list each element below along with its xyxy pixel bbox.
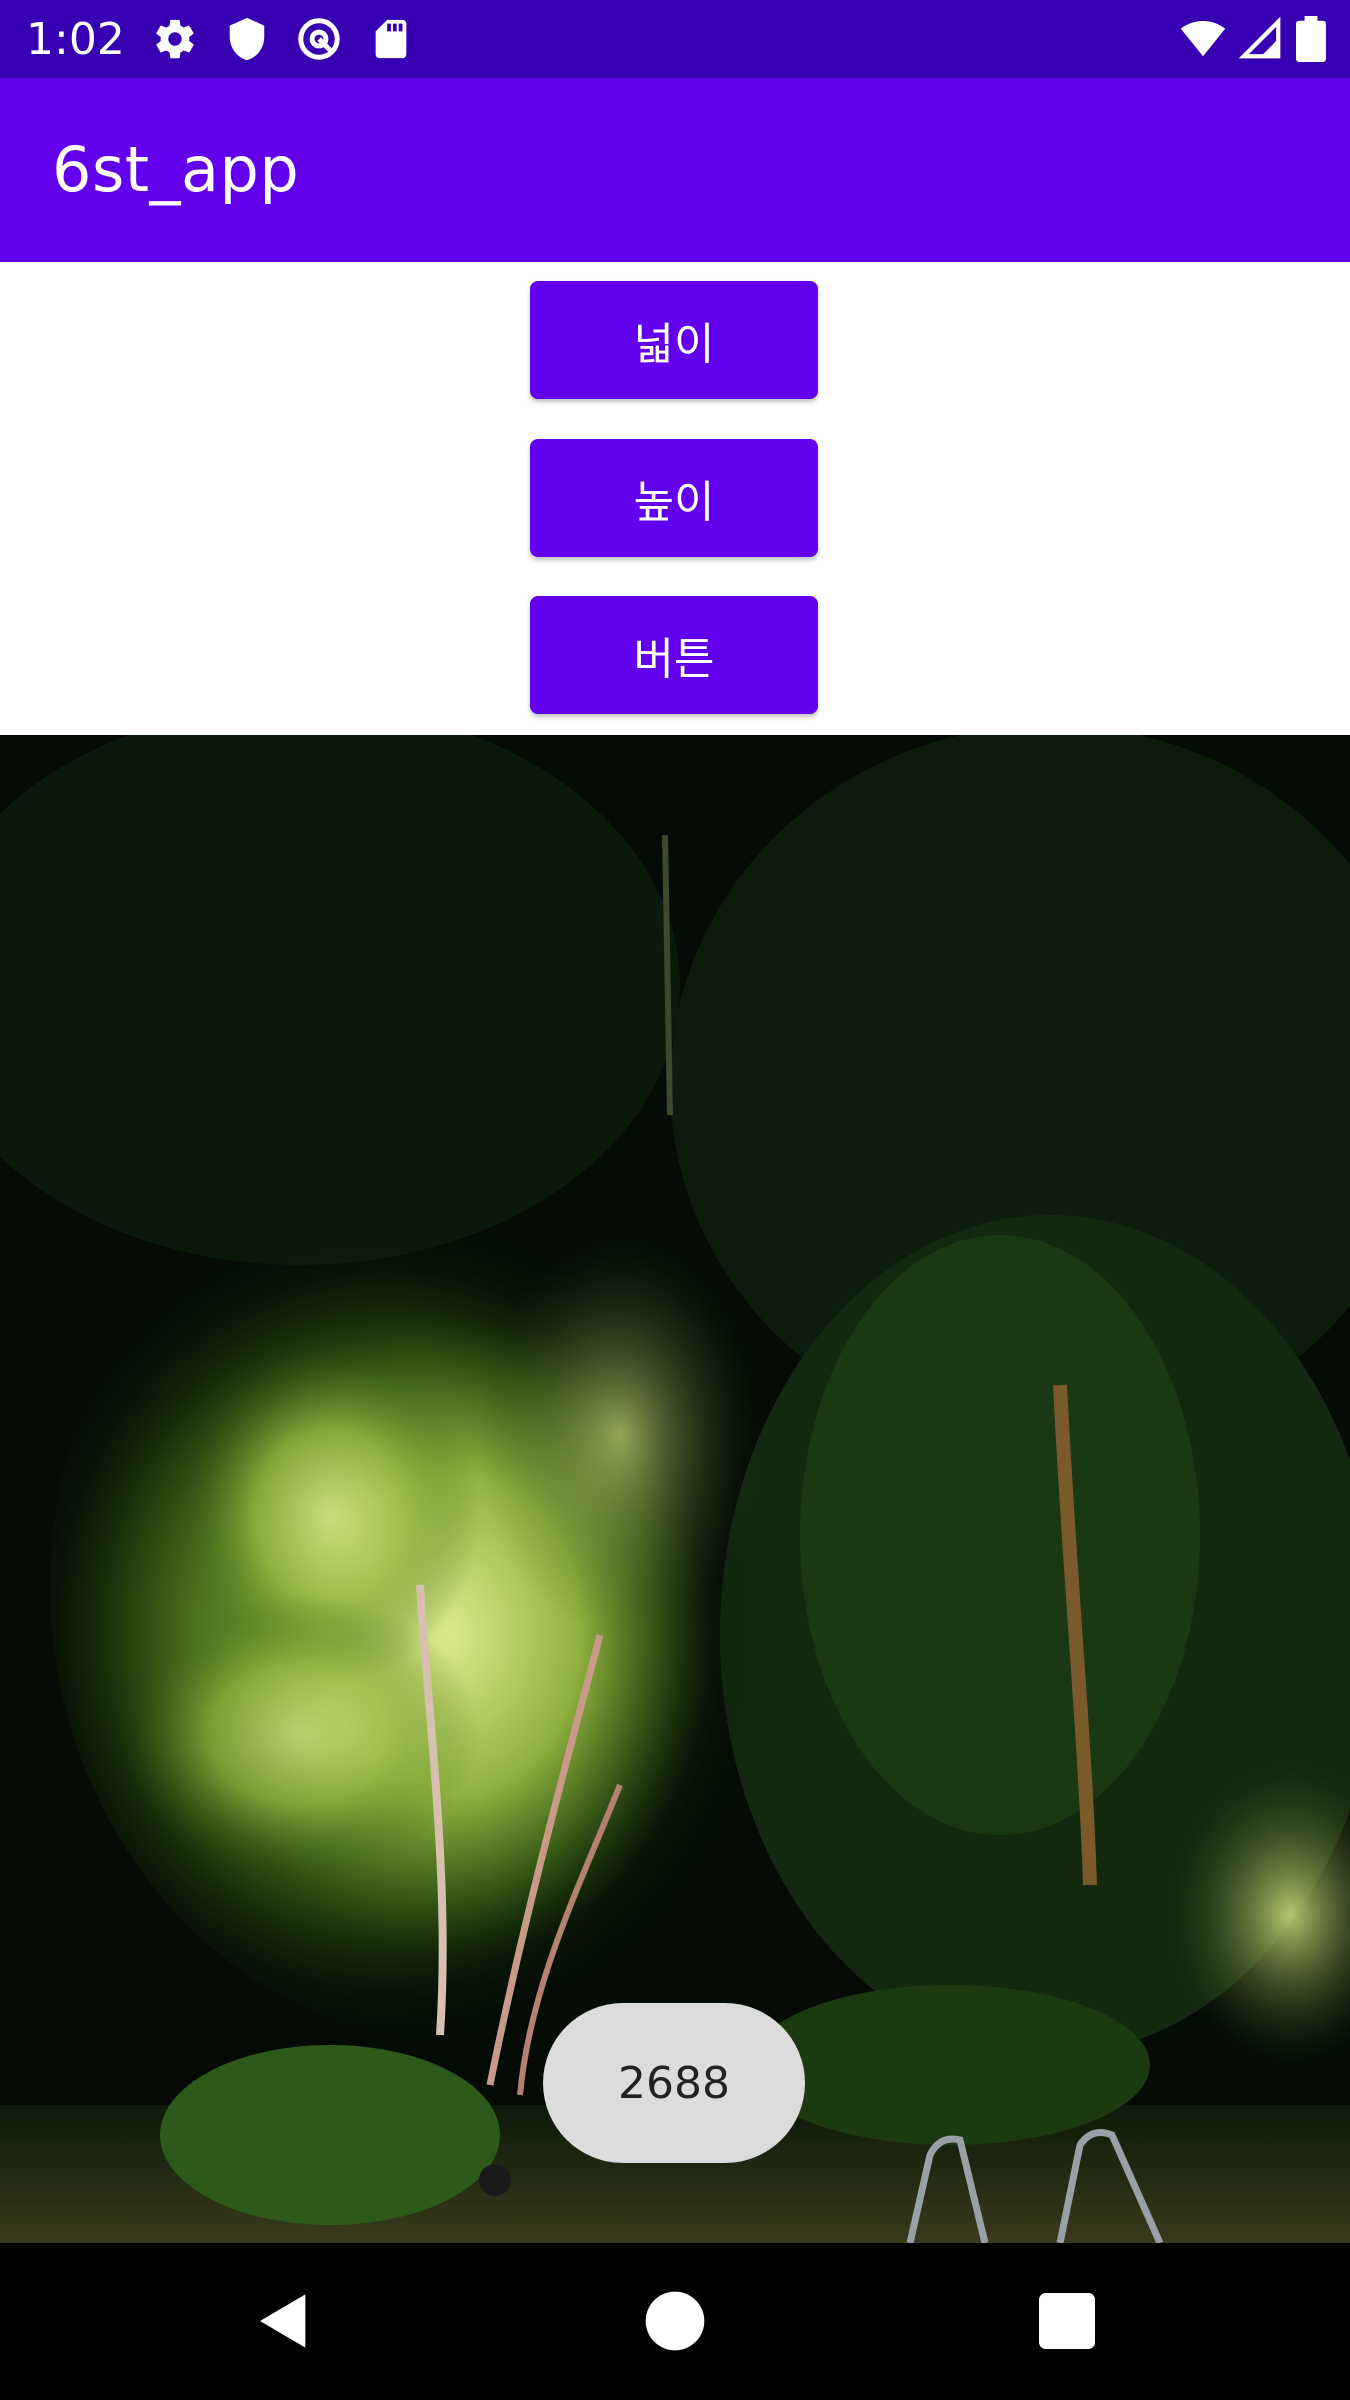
navigation-bar bbox=[0, 2243, 1350, 2400]
action-button[interactable]: 버튼 bbox=[530, 596, 818, 714]
sd-card-icon bbox=[368, 16, 414, 62]
app-title: 6st_app bbox=[52, 133, 300, 206]
shield-icon bbox=[224, 16, 270, 62]
battery-icon bbox=[1296, 16, 1326, 62]
height-button[interactable]: 높이 bbox=[530, 439, 818, 557]
back-icon[interactable] bbox=[252, 2289, 316, 2353]
status-bar: 1:02 bbox=[0, 0, 1350, 78]
at-sign-icon bbox=[296, 16, 342, 62]
wifi-icon bbox=[1180, 16, 1226, 62]
home-icon[interactable] bbox=[643, 2289, 707, 2353]
toast-message: 2688 bbox=[543, 2003, 805, 2163]
width-button[interactable]: 넓이 bbox=[530, 281, 818, 399]
recents-icon[interactable] bbox=[1035, 2289, 1099, 2353]
cell-signal-icon bbox=[1238, 16, 1284, 62]
status-time: 1:02 bbox=[26, 14, 125, 65]
gear-icon bbox=[152, 16, 198, 62]
app-bar: 6st_app bbox=[0, 78, 1350, 262]
